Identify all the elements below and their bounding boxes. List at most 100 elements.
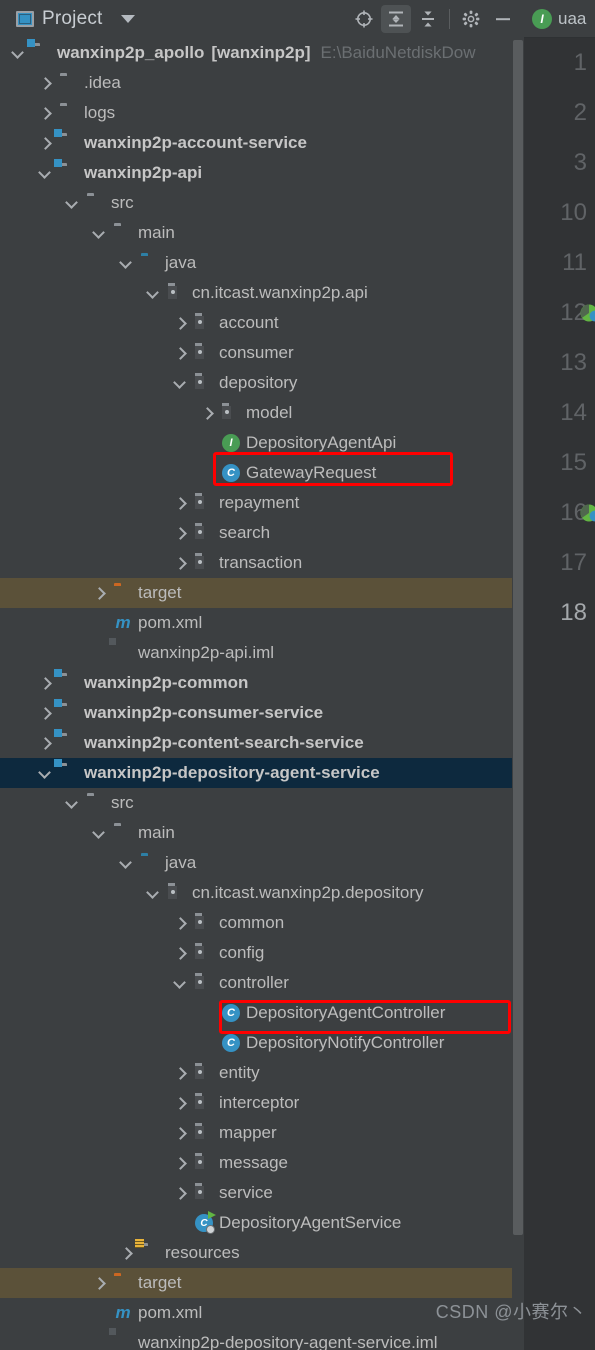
chevron-down-icon[interactable] [145, 885, 161, 901]
tree-row[interactable]: model [0, 398, 524, 428]
tree-row[interactable]: .idea [0, 68, 524, 98]
tree-row[interactable]: wanxinp2p-account-service [0, 128, 524, 158]
tree-row[interactable]: src [0, 188, 524, 218]
tree-row[interactable]: m pom.xml [0, 608, 524, 638]
tree-row[interactable]: resources [0, 1238, 524, 1268]
chevron-right-icon[interactable] [172, 945, 188, 961]
chevron-down-icon[interactable] [118, 855, 134, 871]
chevron-right-icon[interactable] [172, 315, 188, 331]
chevron-right-icon[interactable] [172, 1095, 188, 1111]
tree-row[interactable]: java [0, 248, 524, 278]
chevron-right-icon[interactable] [37, 705, 53, 721]
spring-bean-gutter-icon[interactable] [580, 302, 595, 324]
chevron-down-icon[interactable] [91, 225, 107, 241]
tree-row[interactable]: C DepositoryNotifyController [0, 1028, 524, 1058]
chevron-right-icon[interactable] [37, 105, 53, 121]
tree-row[interactable]: service [0, 1178, 524, 1208]
chevron-down-icon[interactable] [37, 765, 53, 781]
tree-row[interactable]: wanxinp2p-depository-agent-service.iml [0, 1328, 524, 1350]
tree-row[interactable]: java [0, 848, 524, 878]
chevron-right-icon[interactable] [118, 1245, 134, 1261]
tree-row[interactable]: main [0, 818, 524, 848]
tree-row-label: src [111, 193, 134, 212]
spring-bean-gutter-icon[interactable] [580, 502, 595, 524]
tree-row[interactable]: account [0, 308, 524, 338]
chevron-down-icon[interactable] [10, 45, 26, 61]
tree-row-label: target [138, 1273, 182, 1292]
tree-row[interactable]: mapper [0, 1118, 524, 1148]
editor-line: 11 [524, 238, 595, 288]
chevron-right-icon[interactable] [199, 405, 215, 421]
tree-row[interactable]: wanxinp2p-common [0, 668, 524, 698]
tree-row[interactable]: common [0, 908, 524, 938]
expand-all-icon[interactable] [381, 5, 411, 33]
chevron-right-icon[interactable] [172, 555, 188, 571]
tree-row-label: account [219, 313, 279, 332]
chevron-right-icon[interactable] [37, 135, 53, 151]
locate-target-icon[interactable] [349, 5, 379, 33]
tree-scrollbar-thumb[interactable] [513, 40, 523, 1235]
gear-icon[interactable] [456, 5, 486, 33]
chevron-right-icon[interactable] [172, 345, 188, 361]
tree-row[interactable]: consumer [0, 338, 524, 368]
tree-row[interactable]: wanxinp2p-api [0, 158, 524, 188]
tree-row[interactable]: wanxinp2p_apollo [wanxinp2p] E:\BaiduNetdi… [0, 38, 524, 68]
chevron-down-icon[interactable] [118, 255, 134, 271]
chevron-right-icon[interactable] [37, 735, 53, 751]
chevron-right-icon[interactable] [172, 915, 188, 931]
minimize-icon[interactable] [488, 5, 518, 33]
chevron-down-icon[interactable] [120, 15, 135, 23]
tree-row[interactable]: controller [0, 968, 524, 998]
tree-row[interactable]: wanxinp2p-consumer-service [0, 698, 524, 728]
package-icon [195, 374, 213, 392]
tree-row[interactable]: target [0, 1268, 524, 1298]
tree-row[interactable]: src [0, 788, 524, 818]
tree-row[interactable]: search [0, 518, 524, 548]
chevron-down-icon[interactable] [64, 795, 80, 811]
chevron-right-icon[interactable] [172, 1065, 188, 1081]
tree-row[interactable]: wanxinp2p-content-search-service [0, 728, 524, 758]
chevron-down-icon[interactable] [172, 975, 188, 991]
editor-tab[interactable]: I uaa [524, 0, 595, 38]
chevron-right-icon[interactable] [172, 495, 188, 511]
tree-row[interactable]: depository [0, 368, 524, 398]
tree-scrollbar[interactable] [512, 38, 524, 1350]
toolbar-separator [449, 9, 450, 29]
chevron-down-icon[interactable] [64, 195, 80, 211]
tree-row[interactable]: I DepositoryAgentApi [0, 428, 524, 458]
tree-row[interactable]: repayment [0, 488, 524, 518]
class-icon: C [222, 1004, 240, 1022]
chevron-down-icon[interactable] [37, 165, 53, 181]
chevron-down-icon[interactable] [172, 375, 188, 391]
tree-row[interactable]: entity [0, 1058, 524, 1088]
tree-row[interactable]: cn.itcast.wanxinp2p.api [0, 278, 524, 308]
project-title-group[interactable]: Project [0, 8, 135, 30]
chevron-right-icon[interactable] [172, 525, 188, 541]
tree-row[interactable]: C GatewayRequest [0, 458, 524, 488]
tree-row[interactable]: transaction [0, 548, 524, 578]
tree-row[interactable]: C DepositoryAgentService [0, 1208, 524, 1238]
tree-row[interactable]: message [0, 1148, 524, 1178]
tree-row[interactable]: logs [0, 98, 524, 128]
tree-row[interactable]: interceptor [0, 1088, 524, 1118]
chevron-right-icon[interactable] [172, 1185, 188, 1201]
tree-row[interactable]: target [0, 578, 524, 608]
chevron-right-icon[interactable] [37, 675, 53, 691]
tree-row[interactable]: main [0, 218, 524, 248]
collapse-all-icon[interactable] [413, 5, 443, 33]
chevron-right-icon[interactable] [172, 1125, 188, 1141]
tree-row-label: cn.itcast.wanxinp2p.depository [192, 883, 424, 902]
chevron-right-icon[interactable] [91, 1275, 107, 1291]
chevron-right-icon[interactable] [37, 75, 53, 91]
chevron-right-icon[interactable] [172, 1155, 188, 1171]
chevron-right-icon[interactable] [91, 585, 107, 601]
project-tree[interactable]: wanxinp2p_apollo [wanxinp2p] E:\BaiduNetdi… [0, 38, 524, 1350]
chevron-down-icon[interactable] [91, 825, 107, 841]
tree-row[interactable]: wanxinp2p-api.iml [0, 638, 524, 668]
tree-row[interactable]: C DepositoryAgentController [0, 998, 524, 1028]
tree-row[interactable]: cn.itcast.wanxinp2p.depository [0, 878, 524, 908]
tree-row[interactable]: wanxinp2p-depository-agent-service [0, 758, 524, 788]
chevron-down-icon[interactable] [145, 285, 161, 301]
tree-row[interactable]: config [0, 938, 524, 968]
